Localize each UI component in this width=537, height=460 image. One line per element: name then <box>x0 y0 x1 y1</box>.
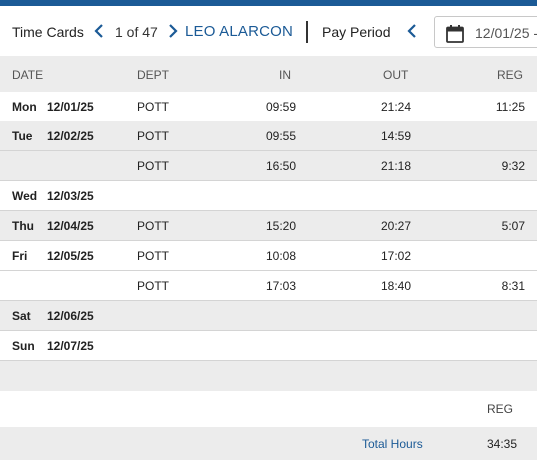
row-out-time: 21:24 <box>381 100 412 114</box>
column-header-out: OUT <box>383 68 409 82</box>
row-dept: POTT <box>137 159 169 173</box>
row-out-time: 14:59 <box>381 129 412 143</box>
column-header-date: DATE <box>12 68 44 82</box>
row-out-time: 20:27 <box>381 219 412 233</box>
pay-period-label: Pay Period <box>322 24 391 40</box>
row-date: 12/07/25 <box>47 339 94 353</box>
table-header: DATE DEPT IN OUT REG <box>0 56 537 92</box>
row-date: 12/06/25 <box>47 309 94 323</box>
previous-employee-button[interactable] <box>92 21 108 41</box>
chevron-right-icon <box>169 24 178 38</box>
row-dept: POTT <box>137 279 169 293</box>
row-in-time: 16:50 <box>266 159 297 173</box>
row-date: 12/02/25 <box>47 129 94 143</box>
row-dept: POTT <box>137 219 169 233</box>
table-row[interactable]: Mon 12/01/25 POTT 09:59 21:24 11:25 <box>0 92 537 122</box>
total-hours-label: Total Hours <box>362 437 423 451</box>
row-in-time: 09:59 <box>266 100 297 114</box>
next-employee-button[interactable] <box>166 21 182 41</box>
table-row[interactable]: Fri 12/05/25 POTT 10:08 17:02 <box>0 241 537 271</box>
totals-header: REG <box>0 391 537 427</box>
row-day: Sun <box>12 339 35 353</box>
totals-row: Total Hours 34:35 <box>0 427 537 460</box>
row-out-time: 17:02 <box>381 249 412 263</box>
row-in-time: 15:20 <box>266 219 297 233</box>
row-day: Thu <box>12 219 34 233</box>
row-in-time: 10:08 <box>266 249 297 263</box>
header-divider <box>306 21 308 43</box>
row-date: 12/04/25 <box>47 219 94 233</box>
table-row[interactable]: POTT 16:50 21:18 9:32 <box>0 151 537 181</box>
pay-period-date: 12/01/25 - <box>475 25 537 41</box>
table-row[interactable]: Wed 12/03/25 <box>0 181 537 211</box>
row-day: Mon <box>12 100 37 114</box>
row-date: 12/03/25 <box>47 189 94 203</box>
column-header-reg: REG <box>496 68 523 82</box>
header-bar: Time Cards 1 of 47 LEO ALARCON Pay Perio… <box>0 6 537 56</box>
row-in-time: 17:03 <box>266 279 297 293</box>
row-out-time: 18:40 <box>381 279 412 293</box>
table-row[interactable]: Thu 12/04/25 POTT 15:20 20:27 5:07 <box>0 211 537 241</box>
row-dept: POTT <box>137 129 169 143</box>
row-day: Wed <box>12 189 38 203</box>
row-out-time: 21:18 <box>381 159 412 173</box>
chevron-left-icon <box>407 24 416 38</box>
row-reg-hours: 8:31 <box>501 279 525 293</box>
row-date: 12/05/25 <box>47 249 94 263</box>
calendar-icon[interactable] <box>445 24 465 49</box>
row-reg-hours: 5:07 <box>501 219 525 233</box>
row-reg-hours: 11:25 <box>495 100 525 114</box>
row-day: Tue <box>12 129 33 143</box>
row-dept: POTT <box>137 249 169 263</box>
pay-period-date-picker[interactable]: 12/01/25 - <box>434 16 537 48</box>
previous-period-button[interactable] <box>405 21 421 41</box>
total-hours-value: 34:35 <box>486 437 517 451</box>
record-counter: 1 of 47 <box>115 24 158 40</box>
row-reg-hours: 9:32 <box>501 159 525 173</box>
totals-column-header-reg: REG <box>486 402 513 416</box>
employee-name-link[interactable]: LEO ALARCON <box>185 23 293 40</box>
page-title: Time Cards <box>12 24 84 40</box>
column-header-in: IN <box>279 68 291 82</box>
row-day: Sat <box>12 309 31 323</box>
table-row[interactable]: Sun 12/07/25 <box>0 331 537 361</box>
row-dept: POTT <box>137 100 169 114</box>
table-row[interactable]: Sat 12/06/25 <box>0 301 537 331</box>
table-row[interactable]: POTT 17:03 18:40 8:31 <box>0 271 537 301</box>
table-footer-spacer <box>0 361 537 391</box>
chevron-left-icon <box>94 24 103 38</box>
row-date: 12/01/25 <box>47 100 94 114</box>
row-in-time: 09:55 <box>266 129 297 143</box>
column-header-dept: DEPT <box>137 68 170 82</box>
table-row[interactable]: Tue 12/02/25 POTT 09:55 14:59 <box>0 121 537 151</box>
time-cards-page: Time Cards 1 of 47 LEO ALARCON Pay Perio… <box>0 0 537 460</box>
row-day: Fri <box>12 249 28 263</box>
